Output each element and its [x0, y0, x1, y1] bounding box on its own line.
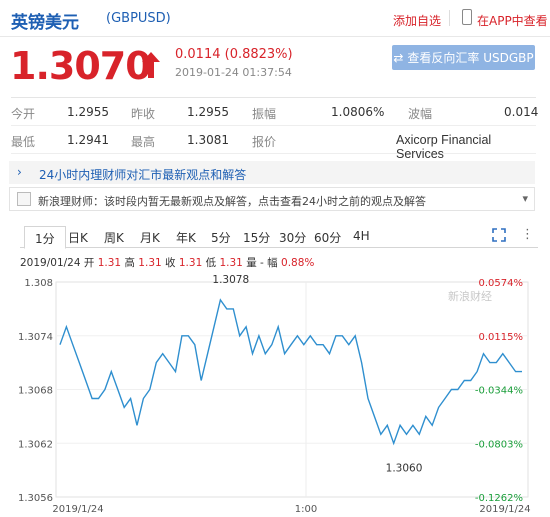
- high-value: 1.3081: [187, 133, 229, 147]
- more-options-icon[interactable]: ⋮: [521, 227, 534, 242]
- y-tick-label-right: -0.0344%: [475, 386, 523, 397]
- reverse-rate-label: 查看反向汇率 USDGBP: [407, 51, 534, 65]
- y-axis-right: 0.0574% 0.0115% -0.0344% -0.0803% -0.1262%: [475, 278, 523, 504]
- x-axis: 2019/1/24 1:00 2019/1/24: [52, 504, 530, 515]
- chart-watermark: 新浪财经: [448, 289, 492, 303]
- y-tick-label: 1.308: [24, 278, 53, 289]
- prev-close-value: 1.2955: [187, 105, 229, 119]
- swap-icon: ⇄: [393, 50, 404, 65]
- prev-close-label: 昨收: [131, 107, 156, 121]
- phone-icon: [462, 9, 472, 25]
- y-tick-label-right: -0.0803%: [475, 439, 523, 450]
- min-price-label: 1.3060: [386, 462, 423, 474]
- tab-yearly[interactable]: 年K: [176, 229, 196, 246]
- tab-4h[interactable]: 4H: [353, 229, 370, 243]
- advisor-news-message: 新浪理财师：该时段内暂无最新观点及解答，点击查看24小时之前的观点及解答: [38, 195, 426, 208]
- up-arrow-icon: [142, 52, 160, 78]
- advisor-news-title: 24小时内理财师对汇市最新观点和解答: [39, 168, 247, 182]
- advisor-news-header[interactable]: › 24小时内理财师对汇市最新观点和解答: [9, 161, 535, 184]
- low-value: 1.2941: [67, 133, 109, 147]
- quote-source-label: 报价: [252, 135, 277, 149]
- open-in-app-link[interactable]: 在APP中查看: [477, 12, 548, 29]
- low-label: 最低: [11, 135, 36, 149]
- header-divider: [449, 10, 450, 26]
- quote-source-value: Axicorp Financial Services: [396, 133, 492, 161]
- price-chart[interactable]: 1.3081.30741.30681.30621.3056 0.0574%0.0…: [0, 268, 550, 517]
- chevron-right-icon: ›: [17, 165, 22, 179]
- y-tick-label: 1.3062: [18, 439, 53, 450]
- stats-row: 今开 1.2955 昨收 1.2955 振幅 1.0806% 波幅 0.014: [11, 98, 539, 126]
- stats-table: 今开 1.2955 昨收 1.2955 振幅 1.0806% 波幅 0.014 …: [11, 97, 539, 161]
- fullscreen-icon[interactable]: [492, 228, 506, 242]
- price-line: [59, 298, 522, 446]
- amplitude-value: 1.0806%: [331, 105, 385, 119]
- tab-monthly[interactable]: 月K: [140, 229, 160, 246]
- tab-60min[interactable]: 60分: [314, 229, 341, 246]
- tab-5min[interactable]: 5分: [211, 229, 231, 246]
- y-tick-label-right: 0.0115%: [479, 332, 524, 343]
- reverse-rate-button[interactable]: ⇄ 查看反向汇率 USDGBP: [392, 45, 535, 70]
- x-tick-label: 2019/1/24: [52, 504, 103, 515]
- y-tick-label-right: -0.1262%: [475, 493, 523, 504]
- quote-header: 英镑美元 (GBPUSD) 添加自选 在APP中查看: [0, 0, 550, 37]
- chevron-down-icon[interactable]: ▾: [522, 192, 528, 205]
- tab-15min[interactable]: 15分: [243, 229, 270, 246]
- tab-1min[interactable]: 1分: [24, 226, 66, 249]
- tab-30min[interactable]: 30分: [279, 229, 306, 246]
- open-value: 1.2955: [67, 105, 109, 119]
- open-label: 今开: [11, 107, 36, 121]
- y-tick-label: 1.3068: [18, 386, 53, 397]
- amplitude-label: 振幅: [252, 107, 277, 121]
- add-favorite-link[interactable]: 添加自选: [393, 12, 441, 29]
- max-price-label: 1.3078: [212, 274, 249, 286]
- avatar: [17, 192, 31, 206]
- volatility-label: 波幅: [408, 107, 433, 121]
- y-axis-left: 1.308 1.3074 1.3068 1.3062 1.3056: [18, 278, 53, 504]
- high-label: 最高: [131, 135, 156, 149]
- y-tick-label: 1.3056: [18, 493, 53, 504]
- stats-row: 最低 1.2941 最高 1.3081 报价 Axicorp Financial…: [11, 126, 536, 161]
- quote-time: 2019-01-24 01:37:54: [175, 66, 292, 79]
- volatility-value: 0.014: [504, 105, 539, 119]
- y-tick-label-right: 0.0574%: [479, 278, 524, 289]
- tab-weekly[interactable]: 周K: [104, 229, 124, 246]
- price-change: 0.0114 (0.8823%): [175, 47, 293, 62]
- y-tick-label: 1.3074: [18, 332, 53, 343]
- tab-daily[interactable]: 日K: [68, 229, 88, 246]
- x-tick-label: 2019/1/24: [479, 504, 530, 515]
- advisor-news-item[interactable]: 新浪理财师：该时段内暂无最新观点及解答，点击查看24小时之前的观点及解答 ▾: [9, 187, 535, 211]
- period-tabs: 1分 日K 周K 月K 年K 5分 15分 30分 60分 4H: [20, 226, 538, 249]
- current-price: 1.3070: [10, 44, 152, 88]
- pair-code: (GBPUSD): [106, 11, 171, 26]
- pair-name: 英镑美元: [11, 13, 79, 33]
- x-tick-label: 1:00: [295, 504, 317, 515]
